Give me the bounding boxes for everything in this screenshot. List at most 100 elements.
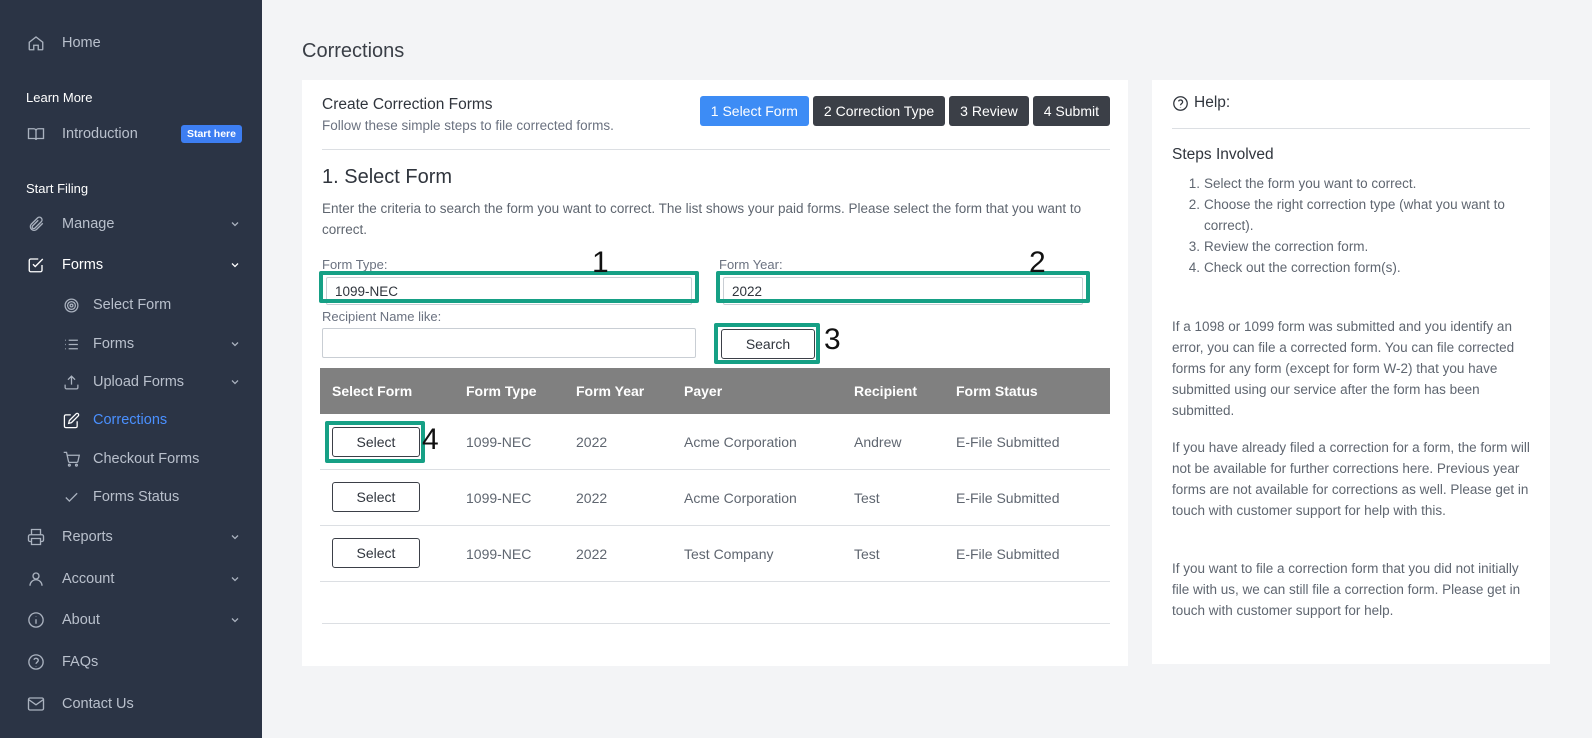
cart-icon bbox=[61, 449, 81, 469]
checkbox-icon bbox=[26, 255, 46, 275]
sidebar-item-faqs[interactable]: FAQs bbox=[26, 648, 242, 676]
card-title: Create Correction Forms bbox=[322, 96, 493, 113]
highlight-box-1 bbox=[319, 271, 699, 303]
section-title: 1. Select Form bbox=[322, 166, 453, 188]
section-title-learn-more: Learn More bbox=[26, 90, 93, 105]
sidebar-item-introduction[interactable]: Introduction Start here bbox=[26, 120, 242, 148]
column-header: Payer bbox=[684, 383, 723, 399]
annotation-2: 2 bbox=[1029, 246, 1046, 279]
sidebar-subitem-forms-status[interactable]: Forms Status bbox=[61, 483, 242, 511]
list-text: Select the form you want to correct. bbox=[1204, 176, 1417, 191]
list-text: Choose the right correction type (what y… bbox=[1204, 197, 1505, 233]
chevron-down-icon bbox=[228, 337, 242, 351]
sidebar-item-label: Forms Status bbox=[93, 489, 180, 505]
help-circle-icon bbox=[26, 652, 46, 672]
user-icon bbox=[26, 569, 46, 589]
recipient-input[interactable] bbox=[322, 328, 696, 358]
list-number: 3. bbox=[1188, 239, 1200, 254]
table-header: Select Form Form Type Form Year Payer Re… bbox=[320, 368, 1110, 414]
sidebar-item-contact-us[interactable]: Contact Us bbox=[26, 690, 242, 718]
sidebar-subitem-select-form[interactable]: Select Form bbox=[61, 291, 242, 319]
info-icon bbox=[26, 610, 46, 630]
list-text: Review the correction form. bbox=[1204, 239, 1369, 254]
cell-form-status: E-File Submitted bbox=[956, 433, 1060, 450]
sidebar-item-account[interactable]: Account bbox=[26, 565, 242, 593]
sidebar-item-label: Manage bbox=[62, 216, 115, 232]
cell-form-status: E-File Submitted bbox=[956, 545, 1060, 562]
sidebar: Home Learn More Introduction Start here … bbox=[0, 0, 262, 738]
sidebar-subitem-upload-forms[interactable]: Upload Forms bbox=[61, 368, 242, 396]
book-icon bbox=[26, 124, 46, 144]
highlight-box-4 bbox=[325, 421, 425, 463]
check-icon bbox=[61, 487, 81, 507]
section-description: Enter the criteria to search the form yo… bbox=[322, 201, 1082, 237]
select-button[interactable]: Select bbox=[332, 538, 420, 568]
steps-list: 1. Select the form you want to correct. 2… bbox=[1172, 173, 1532, 278]
cell-form-year: 2022 bbox=[576, 433, 608, 450]
chevron-down-icon bbox=[228, 530, 242, 544]
step-review[interactable]: 3 Review bbox=[949, 96, 1029, 126]
divider bbox=[1172, 128, 1530, 129]
cell-payer: Acme Corporation bbox=[684, 489, 797, 506]
list-icon bbox=[61, 334, 81, 354]
sidebar-item-label: FAQs bbox=[62, 654, 99, 670]
sidebar-item-home[interactable]: Home bbox=[26, 29, 242, 57]
sidebar-item-label: Corrections bbox=[93, 412, 168, 428]
help-paragraph: If a 1098 or 1099 form was submitted and… bbox=[1172, 319, 1515, 418]
list-item: 2. Choose the right correction type (what… bbox=[1172, 194, 1532, 236]
list-item: 3. Review the correction form. bbox=[1172, 236, 1532, 257]
sidebar-subitem-forms[interactable]: Forms bbox=[61, 330, 242, 358]
home-icon bbox=[26, 33, 46, 53]
sidebar-item-label: Forms bbox=[62, 257, 104, 273]
sidebar-item-label: Introduction bbox=[62, 126, 138, 142]
form-year-label: Form Year: bbox=[719, 257, 783, 272]
help-paragraph: If you have already filed a correction f… bbox=[1172, 440, 1530, 518]
table-row: Select 1099-NEC 2022 Acme Corporation Te… bbox=[320, 470, 1110, 526]
list-text: Check out the correction form(s). bbox=[1204, 260, 1401, 275]
chevron-down-icon bbox=[228, 217, 242, 231]
help-panel: Help: Steps Involved 1. Select the form y… bbox=[1152, 80, 1550, 664]
sidebar-item-reports[interactable]: Reports bbox=[26, 523, 242, 551]
help-paragraph: If you want to file a correction form th… bbox=[1172, 561, 1521, 618]
form-type-label: Form Type: bbox=[322, 257, 388, 272]
start-here-badge: Start here bbox=[180, 125, 242, 143]
table-row: Select 4 1099-NEC 2022 Acme Corporation … bbox=[320, 414, 1110, 470]
table-row: Select 1099-NEC 2022 Test Company Test E… bbox=[320, 526, 1110, 582]
step-correction-type[interactable]: 2 Correction Type bbox=[812, 96, 946, 126]
list-item: 1. Select the form you want to correct. bbox=[1172, 173, 1532, 194]
cell-form-type: 1099-NEC bbox=[466, 489, 532, 506]
steps-nav: 1 Select Form 2 Correction Type 3 Review… bbox=[699, 96, 1110, 126]
sidebar-item-manage[interactable]: Manage bbox=[26, 210, 242, 238]
select-button[interactable]: Select bbox=[332, 482, 420, 512]
column-header: Form Year bbox=[576, 383, 645, 399]
sidebar-subitem-checkout-forms[interactable]: Checkout Forms bbox=[61, 445, 242, 473]
annotation-4: 4 bbox=[422, 423, 439, 456]
steps-involved-title: Steps Involved bbox=[1172, 146, 1274, 163]
cell-form-type: 1099-NEC bbox=[466, 545, 532, 562]
step-submit[interactable]: 4 Submit bbox=[1032, 96, 1110, 126]
column-header: Form Type bbox=[466, 383, 537, 399]
step-select-form[interactable]: 1 Select Form bbox=[699, 96, 809, 126]
divider bbox=[322, 623, 1110, 624]
correction-card: Create Correction Forms Follow these sim… bbox=[302, 80, 1128, 666]
sidebar-item-label: Forms bbox=[93, 336, 135, 352]
cell-payer: Acme Corporation bbox=[684, 433, 797, 450]
list-number: 1. bbox=[1188, 176, 1200, 191]
sidebar-item-label: About bbox=[62, 612, 100, 628]
page-title: Corrections bbox=[302, 40, 405, 62]
sidebar-item-label: Select Form bbox=[93, 297, 172, 313]
help-heading: Help: bbox=[1172, 94, 1230, 112]
sidebar-subitem-corrections[interactable]: Corrections bbox=[61, 406, 242, 434]
sidebar-item-about[interactable]: About bbox=[26, 606, 242, 634]
edit-icon bbox=[61, 410, 81, 430]
cell-recipient: Test bbox=[854, 489, 880, 506]
upload-icon bbox=[61, 372, 81, 392]
annotation-3: 3 bbox=[824, 323, 841, 356]
chevron-down-icon bbox=[228, 258, 242, 272]
card-subtitle: Follow these simple steps to file correc… bbox=[322, 118, 614, 133]
sidebar-item-forms[interactable]: Forms bbox=[26, 251, 242, 279]
list-item: 4. Check out the correction form(s). bbox=[1172, 257, 1532, 278]
sidebar-item-label: Account bbox=[62, 571, 115, 587]
mail-icon bbox=[26, 694, 46, 714]
annotation-1: 1 bbox=[592, 246, 609, 279]
